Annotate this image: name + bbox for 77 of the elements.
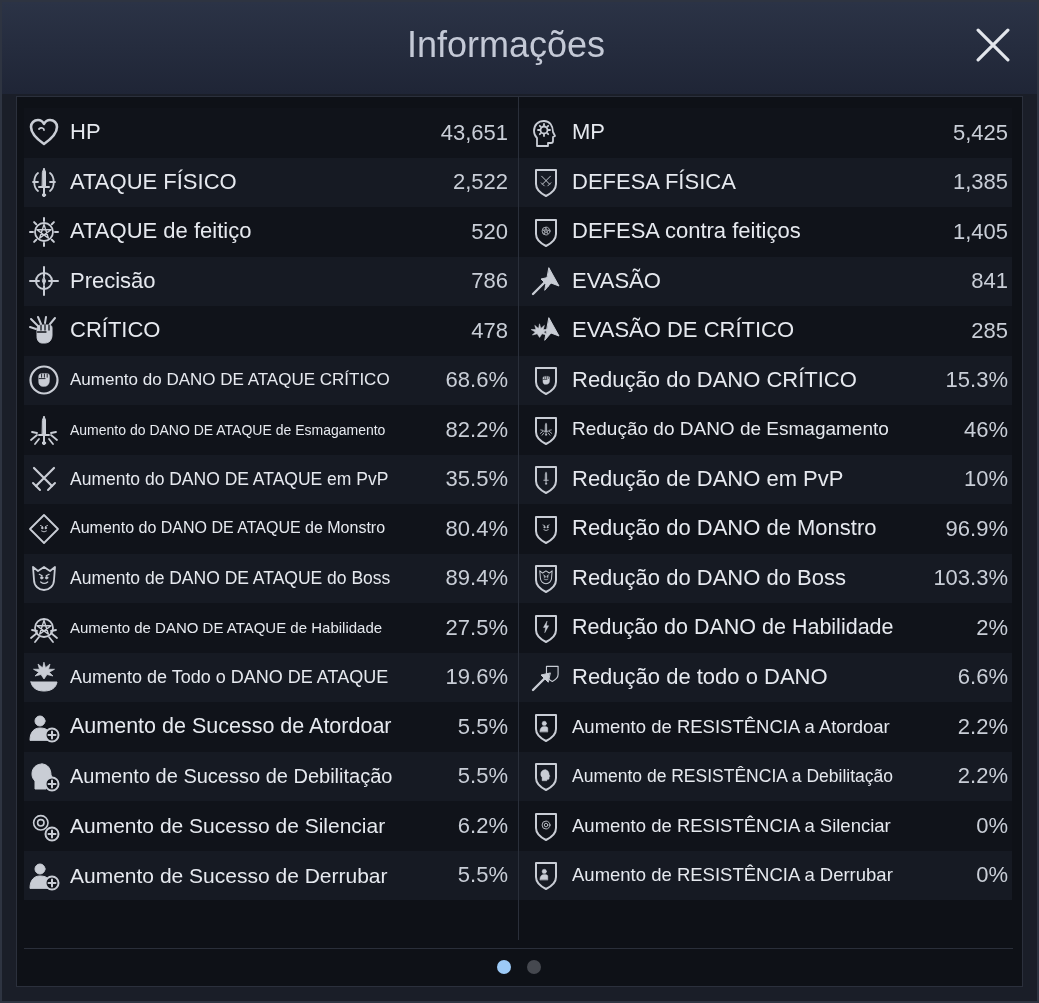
stat-value: 5.5% [456, 862, 508, 889]
dialog-title: Informações [406, 25, 606, 65]
stat-value: 96.9% [944, 515, 1008, 542]
stat-value: 82.2% [444, 416, 508, 443]
stat-value: 6.2% [456, 812, 508, 839]
explosion-bowl-icon [28, 661, 60, 694]
stat-label: Redução do DANO de Esmagamento [572, 417, 889, 442]
stat-value: 520 [470, 218, 508, 245]
stat-label: CRÍTICO [70, 316, 161, 345]
stat-label: Redução do DANO CRÍTICO [572, 365, 857, 394]
stat-value: 103.3% [932, 565, 1008, 592]
stat-value: 2.2% [956, 713, 1008, 740]
stat-label: Aumento de Sucesso de Derrubar [70, 862, 388, 889]
stat-value: 786 [470, 268, 508, 295]
stat-value: 5.5% [456, 713, 508, 740]
stat-label: Aumento do DANO DE ATAQUE CRÍTICO [70, 369, 390, 392]
stat-value: 35.5% [444, 466, 508, 493]
stat-value: 10% [962, 466, 1008, 493]
stat-value: 841 [970, 268, 1008, 295]
crosshair-icon [28, 265, 60, 298]
stat-label: Redução do DANO de Monstro [572, 514, 877, 543]
stat-value: 6.6% [956, 664, 1008, 691]
stat-value: 0% [975, 862, 1008, 889]
stat-value: 68.6% [444, 367, 508, 394]
stat-value: 1,385 [951, 169, 1008, 196]
spiked-pentagram-icon [28, 215, 60, 248]
stat-value: 1,405 [951, 218, 1008, 245]
stat-value: 19.6% [444, 664, 508, 691]
head-plus-icon [28, 760, 60, 793]
stat-label: Aumento de DANO DE ATAQUE de Habilidade [70, 618, 383, 638]
stat-label: Aumento de Todo o DANO DE ATAQUE [70, 665, 389, 689]
stat-value: 43,651 [439, 119, 508, 146]
stat-value: 2.2% [956, 763, 1008, 790]
fist-ring-icon [28, 364, 60, 397]
close-icon [976, 28, 1010, 62]
stat-label: Aumento de RESISTÊNCIA a Derrubar [572, 863, 893, 888]
diamond-face-icon [28, 512, 60, 545]
stat-value: 89.4% [444, 565, 508, 592]
sword-sparks-icon [28, 413, 60, 446]
stat-value: 80.4% [444, 515, 508, 542]
stat-label: Aumento de RESISTÊNCIA a Atordoar [572, 714, 890, 739]
stat-value: 2,522 [451, 169, 508, 196]
stat-value: 0% [975, 812, 1008, 839]
stat-label: Aumento de Sucesso de Atordoar [70, 712, 392, 740]
stat-label: DEFESA contra feitiços [572, 217, 801, 246]
stat-label: Aumento do DANO DE ATAQUE de Monstro [70, 518, 386, 539]
stat-value: 46% [962, 416, 1008, 443]
page-dot[interactable] [496, 960, 511, 974]
stat-value: 5.5% [456, 763, 508, 790]
page-dot[interactable] [526, 960, 541, 974]
stat-value: 15.3% [944, 367, 1008, 394]
stat-label: Redução do DANO do Boss [572, 563, 846, 592]
stat-value: 478 [470, 317, 508, 344]
stat-label: ATAQUE FÍSICO [70, 167, 237, 196]
stat-label: MP [572, 118, 605, 147]
stat-label: Aumento de Sucesso de Silenciar [70, 813, 386, 840]
stat-label: Aumento de RESISTÊNCIA a Debilitação [572, 764, 893, 788]
arrow-shard-icon [530, 265, 562, 298]
stat-label: DEFESA FÍSICA [572, 167, 736, 196]
stat-label: Redução de todo o DANO [572, 662, 828, 691]
stat-label: Redução de DANO em PvP [572, 464, 844, 493]
stat-value: 2% [975, 614, 1008, 641]
stat-label: Aumento de Sucesso de Debilitação [70, 764, 392, 790]
stat-value: 27.5% [444, 614, 508, 641]
stat-value: 5,425 [951, 119, 1008, 146]
stat-label: Aumento do DANO DE ATAQUE em PvP [70, 467, 389, 491]
stat-label: Aumento de DANO DE ATAQUE do Boss [70, 566, 391, 590]
close-button[interactable] [976, 28, 1010, 62]
stat-label: Redução do DANO de Habilidade [572, 613, 894, 641]
stat-label: ATAQUE de feitiço [70, 217, 252, 246]
stat-label: EVASÃO DE CRÍTICO [572, 316, 795, 345]
stat-value: 285 [970, 317, 1008, 344]
stat-label: HP [70, 118, 101, 147]
stat-label: Aumento de RESISTÊNCIA a Silenciar [572, 813, 891, 838]
stat-label: Precisão [70, 266, 156, 295]
stat-label: EVASÃO [572, 266, 661, 295]
stat-label: Aumento do DANO DE ATAQUE de Esmagamento [70, 420, 386, 439]
